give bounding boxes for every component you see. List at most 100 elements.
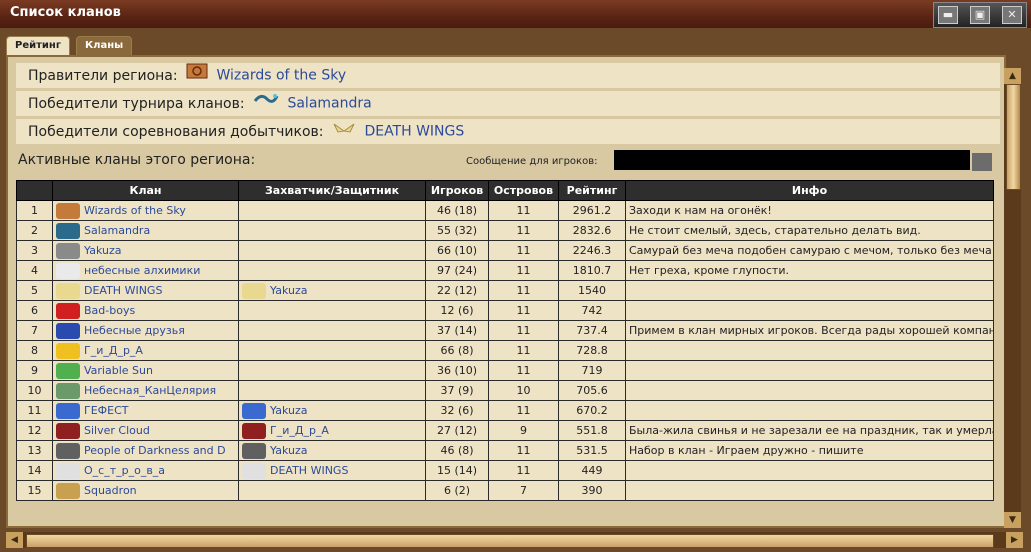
invader-cell[interactable] [238,480,426,501]
info-cell: Нет греха, кроме глупости. [625,260,994,281]
players-cell: 37 (9) [425,380,489,401]
table-row[interactable]: 4 небесные алхимики 97 (24) 11 1810.7 Нет гре… [16,260,994,281]
rulers-clan-link[interactable]: Wizards of the Sky [216,68,346,84]
info-cell-text: Набор в клан - Играем дружно - пишите [629,444,864,457]
islands-cell: 11 [488,280,559,301]
players-cell-text: 66 (8) [440,344,474,357]
table-row[interactable]: 10 Небесная_КанЦелярия 37 (9) 10 705.6 [16,380,994,401]
col-players-header[interactable]: Игроков [425,180,489,201]
islands-cell: 11 [488,440,559,461]
col-invader-header[interactable]: Захватчик/Защитник [238,180,426,201]
clan-cell[interactable]: Небесные друзья [52,320,239,341]
invader-cell[interactable]: Г_и_Д_р_А [238,420,426,441]
info-cell [625,340,994,361]
info-cell [625,380,994,401]
rank-cell-text: 5 [31,284,38,297]
islands-cell-text: 11 [516,344,531,357]
clan-cell[interactable]: DEATH WINGS [52,280,239,301]
invader-cell[interactable]: Yakuza [238,280,426,301]
invader-cell[interactable] [238,240,426,261]
rank-cell: 13 [16,440,53,461]
col-islands-header[interactable]: Островов [488,180,559,201]
invader-cell[interactable] [238,300,426,321]
invader-cell[interactable] [238,260,426,281]
clan-cell[interactable]: People of Darkness and D [52,440,239,461]
scroll-up-icon[interactable]: ▲ [1004,68,1021,84]
invader-cell[interactable] [238,340,426,361]
clan-emblem-icon [242,282,266,299]
table-row[interactable]: 7 Небесные друзья 37 (14) 11 737.4 Примем в к… [16,320,994,341]
invader-cell[interactable] [238,200,426,221]
info-cell-text: Не стоит смелый, здесь, старательно дела… [629,224,921,237]
players-cell: 46 (18) [425,200,489,221]
tournament-clan-link[interactable]: Salamandra [287,96,371,112]
scroll-thumb[interactable] [1006,84,1021,190]
clan-cell[interactable]: Г_и_Д_р_А [52,340,239,361]
table-row[interactable]: 14 О_с_т_р_о_в_а DEATH WINGS 15 (14) 11 449 [16,460,994,481]
table-row[interactable]: 11 ГЕФЕСТ Yakuza 32 (6) 11 670.2 [16,400,994,421]
table-row[interactable]: 2 Salamandra 55 (32) 11 2832.6 Не стоит смелы… [16,220,994,241]
tab-rating[interactable]: Рейтинг [6,36,71,55]
clan-cell[interactable]: небесные алхимики [52,260,239,281]
islands-cell-text: 11 [516,464,531,477]
table-row[interactable]: 13 People of Darkness and D Yakuza 46 (8) 11… [16,440,994,461]
clan-cell[interactable]: О_с_т_р_о_в_а [52,460,239,481]
table-row[interactable]: 9 Variable Sun 36 (10) 11 719 [16,360,994,381]
clan-cell[interactable]: Wizards of the Sky [52,200,239,221]
vertical-scrollbar[interactable]: ▲ ▼ [1004,68,1021,528]
scroll-down-icon[interactable]: ▼ [1004,512,1021,528]
clan-emblem-icon [56,382,80,399]
table-row[interactable]: 5 DEATH WINGS Yakuza 22 (12) 11 1540 [16,280,994,301]
rating-cell: 670.2 [558,400,626,421]
clan-cell[interactable]: Bad-boys [52,300,239,321]
scroll-left-icon[interactable]: ◀ [6,532,23,548]
close-icon[interactable]: ✕ [1002,6,1022,24]
islands-cell-text: 11 [516,204,531,217]
invader-cell[interactable] [238,360,426,381]
table-row[interactable]: 12 Silver Cloud Г_и_Д_р_А 27 (12) 9 551.8 Была… [16,420,994,441]
table-row[interactable]: 6 Bad-boys 12 (6) 11 742 [16,300,994,321]
message-send-button[interactable] [972,153,992,171]
table-body: 1 Wizards of the Sky 46 (18) 11 2961.2 Заходи… [16,200,994,501]
rank-cell: 11 [16,400,53,421]
invader-cell[interactable] [238,380,426,401]
invader-cell[interactable] [238,320,426,341]
message-input[interactable] [614,150,970,170]
rating-cell-text: 737.4 [576,324,608,337]
table-row[interactable]: 8 Г_и_Д_р_А 66 (8) 11 728.8 [16,340,994,361]
table-row[interactable]: 3 Yakuza 66 (10) 11 2246.3 Самурай без меча п… [16,240,994,261]
rating-cell-text: 2961.2 [572,204,612,217]
gatherers-clan-link[interactable]: DEATH WINGS [364,124,464,140]
islands-cell: 11 [488,200,559,221]
table-row[interactable]: 15 Squadron 6 (2) 7 390 [16,480,994,501]
info-cell-text: Самурай без меча подобен самураю с мечом… [629,244,992,257]
tab-clans[interactable]: Кланы [76,36,133,55]
islands-cell: 10 [488,380,559,401]
table-row[interactable]: 1 Wizards of the Sky 46 (18) 11 2961.2 Заходи… [16,200,994,221]
col-rating-header[interactable]: Рейтинг [558,180,626,201]
clan-cell[interactable]: Variable Sun [52,360,239,381]
rank-cell-text: 6 [31,304,38,317]
invader-cell[interactable] [238,220,426,241]
clan-cell[interactable]: Squadron [52,480,239,501]
clan-emblem-icon [56,342,80,359]
clan-cell[interactable]: Salamandra [52,220,239,241]
restore-icon[interactable]: ▣ [970,6,990,24]
minimize-icon[interactable]: ▬ [938,6,958,24]
clan-cell[interactable]: Silver Cloud [52,420,239,441]
clan-cell[interactable]: Небесная_КанЦелярия [52,380,239,401]
scroll-right-icon[interactable]: ▶ [1006,532,1023,548]
invader-cell[interactable]: DEATH WINGS [238,460,426,481]
hscroll-thumb[interactable] [26,534,994,548]
clan-cell[interactable]: Yakuza [52,240,239,261]
info-cell: Набор в клан - Играем дружно - пишите [625,440,994,461]
invader-cell[interactable]: Yakuza [238,440,426,461]
horizontal-scrollbar[interactable]: ◀ ▶ [6,532,1023,548]
col-clan-header[interactable]: Клан [52,180,239,201]
clan-cell-text: ГЕФЕСТ [84,403,129,417]
invader-cell-text: Г_и_Д_р_А [270,423,329,437]
islands-cell: 11 [488,400,559,421]
players-cell: 36 (10) [425,360,489,381]
invader-cell[interactable]: Yakuza [238,400,426,421]
clan-cell[interactable]: ГЕФЕСТ [52,400,239,421]
